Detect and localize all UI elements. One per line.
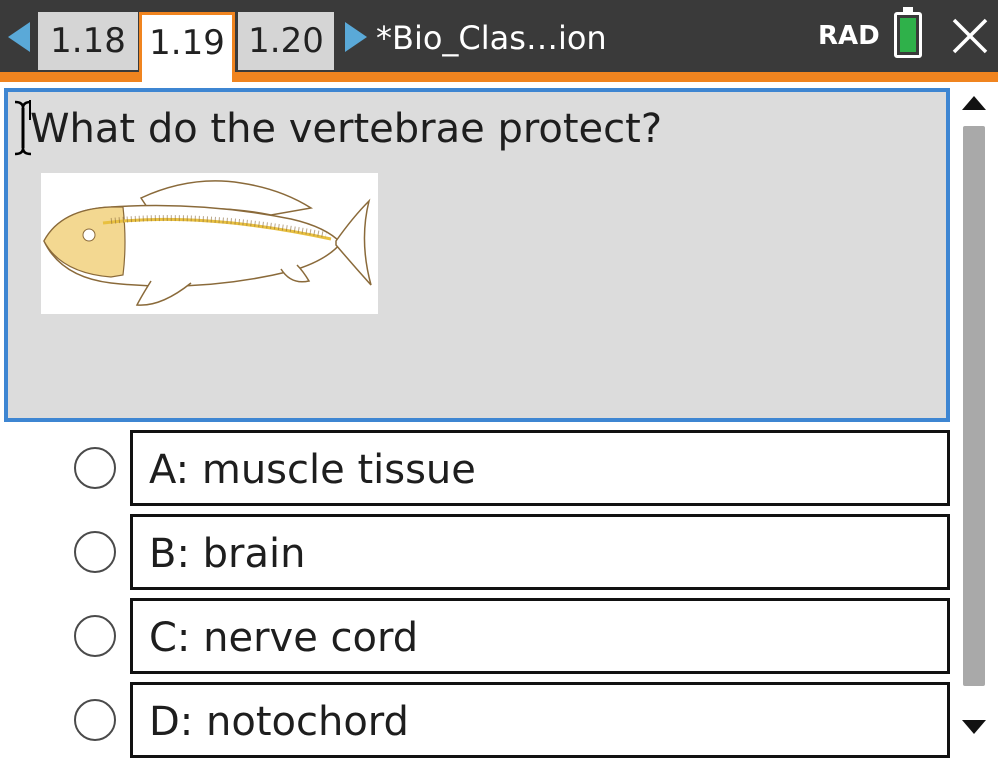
tab-page-1-19[interactable]: 1.19 (139, 12, 235, 84)
previous-page-arrow-icon[interactable] (8, 22, 30, 52)
tab-page-1-18[interactable]: 1.18 (38, 12, 138, 70)
text-cursor-icon (14, 100, 32, 156)
choice-a: A: muscle tissue (0, 428, 952, 508)
choice-d-radio[interactable] (74, 699, 116, 741)
document-title: *Bio_Clas…ion (376, 19, 607, 57)
choice-b-label: B: brain (149, 531, 306, 577)
battery-icon (894, 7, 922, 58)
question-text: What do the vertebrae protect? (30, 106, 663, 152)
question-page: What do the vertebrae protect? A: muscle… (0, 82, 998, 758)
choice-a-label: A: muscle tissue (149, 447, 476, 493)
choice-a-box[interactable]: A: muscle tissue (130, 430, 950, 506)
choice-b-box[interactable]: B: brain (130, 514, 950, 590)
choice-d: D: notochord (0, 680, 952, 760)
close-icon[interactable] (950, 16, 990, 56)
choice-c-radio[interactable] (74, 615, 116, 657)
scroll-thumb[interactable] (963, 126, 985, 686)
question-field[interactable]: What do the vertebrae protect? (4, 88, 950, 422)
choice-a-radio[interactable] (74, 447, 116, 489)
scroll-down-arrow-icon[interactable] (962, 720, 986, 734)
choice-c-box[interactable]: C: nerve cord (130, 598, 950, 674)
choice-c: C: nerve cord (0, 596, 952, 676)
choice-b: B: brain (0, 512, 952, 592)
vertical-scrollbar[interactable] (958, 82, 992, 748)
tab-page-1-20[interactable]: 1.20 (238, 12, 334, 70)
choice-d-label: D: notochord (149, 699, 409, 745)
next-page-arrow-icon[interactable] (345, 22, 367, 52)
scroll-up-arrow-icon[interactable] (962, 96, 986, 110)
fish-skeleton-image (41, 173, 378, 314)
angle-mode-indicator: RAD (818, 21, 880, 51)
choice-d-box[interactable]: D: notochord (130, 682, 950, 758)
choice-c-label: C: nerve cord (149, 615, 419, 661)
choice-b-radio[interactable] (74, 531, 116, 573)
